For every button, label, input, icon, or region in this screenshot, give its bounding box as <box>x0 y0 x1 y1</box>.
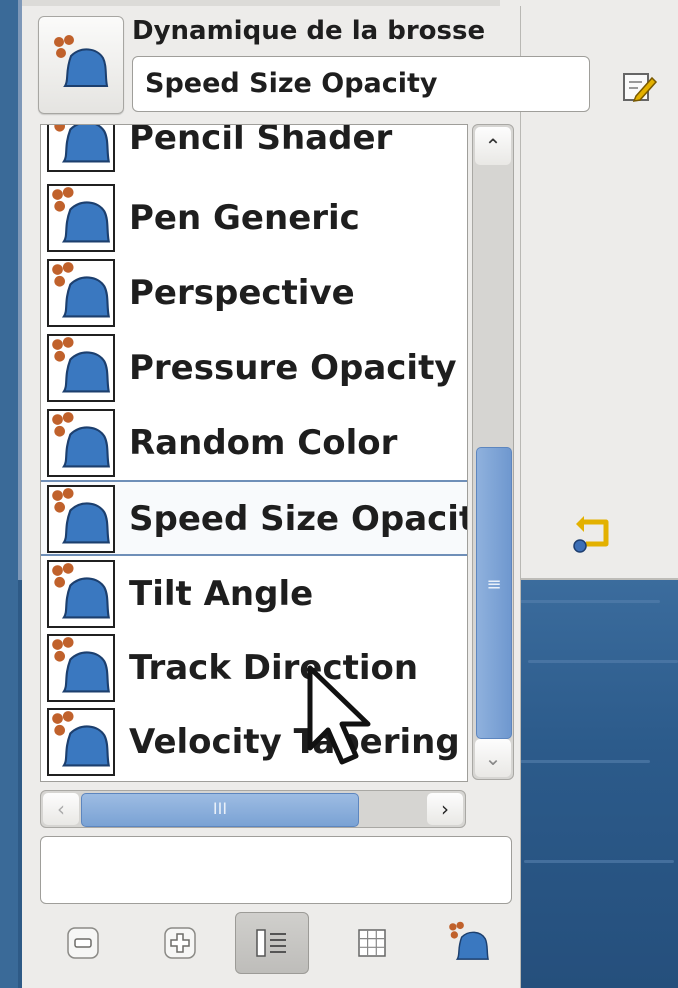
dock-title: Dynamique de la brosse <box>132 16 486 46</box>
dynamics-icon <box>449 921 489 960</box>
list-item[interactable]: Pencil Shader <box>41 124 467 175</box>
dynamics-preview-button[interactable] <box>38 16 124 114</box>
list-item[interactable]: Tilt Angle <box>41 557 467 631</box>
list-item-label: Speed Size Opacit <box>129 499 468 539</box>
edit-dynamics-button[interactable] <box>620 68 658 106</box>
dynamics-icon <box>54 125 111 163</box>
list-item[interactable]: Velocity Tapering <box>41 705 467 779</box>
dynamics-icon <box>52 262 111 318</box>
dynamics-icon <box>52 488 111 544</box>
dynamics-thumbnail <box>47 259 115 327</box>
list-item[interactable]: Pen Generic <box>41 181 467 255</box>
chevron-up-icon: ⌃ <box>484 134 502 158</box>
list-item-label: Pen Generic <box>129 198 360 238</box>
scroll-left-button[interactable]: ‹ <box>43 793 79 825</box>
list-item[interactable]: Pressure Opacity <box>41 331 467 405</box>
list-item-label: Random Color <box>129 423 398 463</box>
desktop-wave <box>528 660 678 663</box>
grid-view-icon <box>358 929 386 957</box>
desktop-wave <box>520 760 650 763</box>
list-item-label: Pressure Opacity <box>129 348 457 388</box>
vertical-scroll-thumb[interactable]: ≡ <box>476 447 512 739</box>
dynamics-thumbnail <box>47 184 115 252</box>
dynamics-icon <box>52 337 111 393</box>
desktop-wave <box>520 600 660 603</box>
dynamics-icon <box>52 412 111 468</box>
chevron-down-icon: ⌄ <box>484 746 502 770</box>
reset-icon <box>573 516 609 553</box>
list-item[interactable]: Track Direction <box>41 631 467 705</box>
dynamics-thumbnail <box>47 634 115 702</box>
mouse-cursor-icon <box>307 665 371 765</box>
list-item[interactable]: Random Color <box>41 406 467 480</box>
plus-icon <box>164 927 196 959</box>
dynamics-icon <box>52 187 111 243</box>
reset-dynamics-button[interactable] <box>570 512 614 556</box>
dynamics-thumbnail <box>47 125 115 172</box>
scroll-right-button[interactable]: › <box>427 793 463 825</box>
vertical-scrollbar[interactable]: ⌃ ≡ ⌄ <box>472 124 514 780</box>
dynamics-thumbnail <box>47 334 115 402</box>
grip-icon: ≡ <box>486 574 502 595</box>
dynamics-name-field[interactable]: Speed Size Opacity <box>132 56 590 112</box>
desktop-wave <box>524 860 674 863</box>
scroll-down-button[interactable]: ⌄ <box>475 739 511 777</box>
view-as-list-button[interactable] <box>235 912 309 974</box>
list-item[interactable]: Perspective <box>41 256 467 330</box>
dynamics-icon <box>52 637 111 693</box>
dynamics-icon <box>52 711 111 767</box>
chevron-right-icon: › <box>441 797 449 821</box>
list-item-label: Velocity Tapering <box>129 722 460 762</box>
list-item-label: Pencil Shader <box>129 124 393 158</box>
list-item-label: Perspective <box>129 273 355 313</box>
minus-icon <box>67 927 99 959</box>
edit-icon <box>623 73 658 102</box>
list-item-selected[interactable]: Speed Size Opacit <box>41 480 467 556</box>
dynamics-thumbnail <box>47 485 115 553</box>
list-view-icon <box>256 929 286 957</box>
dynamics-list[interactable]: Pencil Shader Pen Generic Perspective Pr… <box>40 124 468 782</box>
dynamics-thumbnail <box>47 708 115 776</box>
desktop-left-strip <box>0 0 18 988</box>
list-item-label: Tilt Angle <box>129 574 314 614</box>
view-as-grid-button[interactable] <box>335 912 409 974</box>
desktop-background <box>500 580 678 988</box>
dynamics-thumbnail <box>47 560 115 628</box>
dynamics-icon <box>52 563 111 619</box>
grip-icon: III <box>212 799 228 818</box>
tag-filter-input[interactable] <box>40 836 512 904</box>
scroll-up-button[interactable]: ⌃ <box>475 127 511 165</box>
dynamics-thumbnail <box>47 409 115 477</box>
dynamics-icon <box>54 35 109 87</box>
horizontal-scrollbar[interactable]: ‹ III › <box>40 790 466 828</box>
zoom-out-button[interactable] <box>46 912 120 974</box>
zoom-in-button[interactable] <box>143 912 217 974</box>
chevron-left-icon: ‹ <box>57 797 65 821</box>
horizontal-scroll-thumb[interactable]: III <box>81 793 359 827</box>
open-dynamics-editor-button[interactable] <box>432 912 506 974</box>
